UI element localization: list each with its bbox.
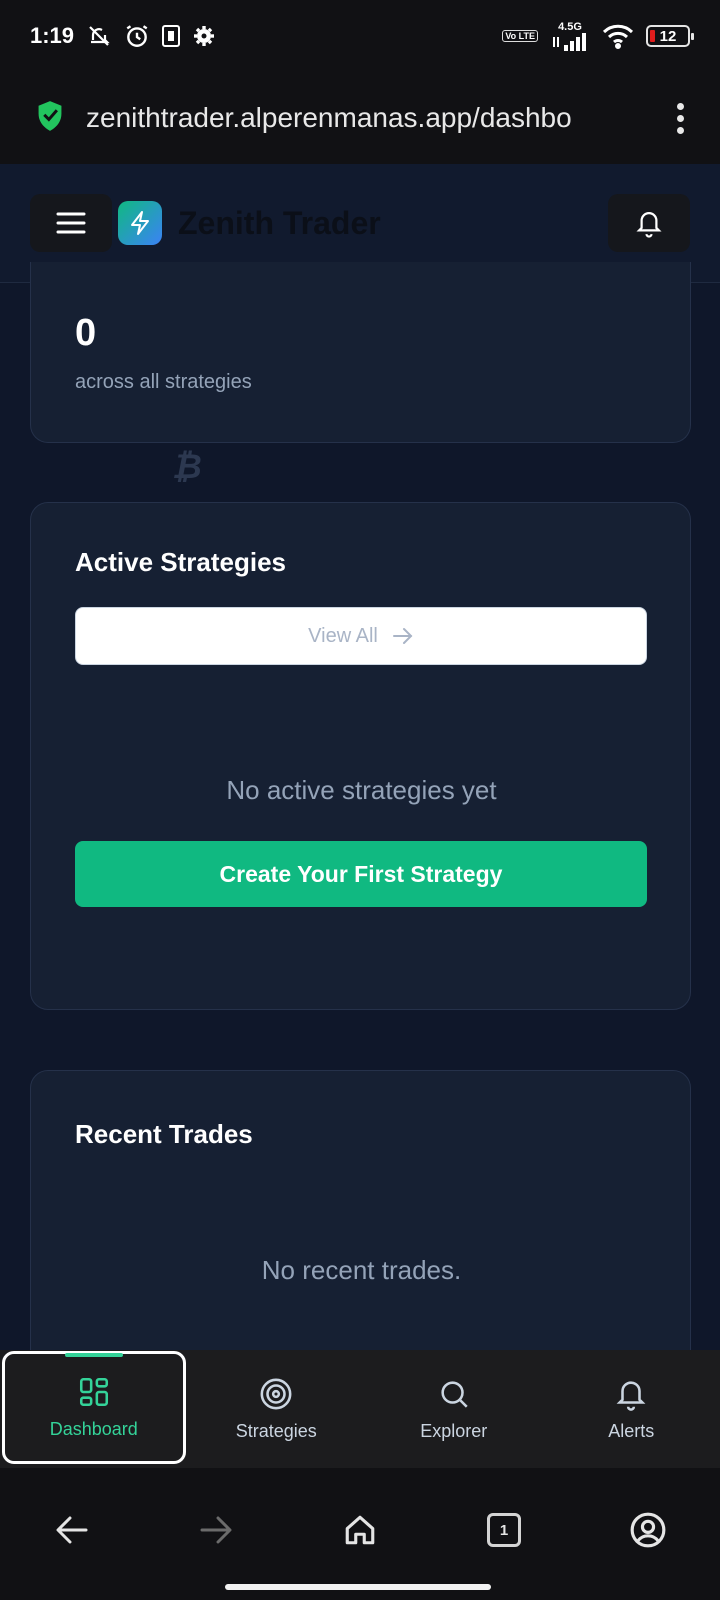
tab-strategies[interactable]: Strategies — [188, 1350, 366, 1468]
empty-state-text: No active strategies yet — [226, 775, 497, 805]
browser-url-bar[interactable]: zenithtrader.alperenmanas.app/dashbo — [0, 72, 720, 164]
tab-dashboard[interactable]: Dashboard — [2, 1351, 186, 1464]
lightning-icon — [131, 211, 149, 235]
app-logo — [118, 201, 162, 245]
alarm-icon — [124, 23, 150, 49]
settings-icon — [192, 24, 216, 48]
tab-label: Alerts — [608, 1420, 655, 1441]
tabs-button[interactable]: 1 — [474, 1500, 534, 1560]
search-icon — [441, 1380, 468, 1408]
url-text[interactable]: zenithtrader.alperenmanas.app/dashbo — [86, 102, 626, 134]
brand-name: Zenith Trader — [178, 204, 381, 241]
wifi-icon — [602, 23, 634, 49]
arrow-left-icon — [56, 1516, 88, 1544]
tab-label: Strategies — [235, 1420, 317, 1441]
active-strategies-card: Active Strategies View All No active str… — [30, 502, 691, 1010]
tab-label: Dashboard — [49, 1419, 138, 1439]
arrow-right-icon — [200, 1516, 232, 1544]
arrow-right-icon — [392, 628, 413, 644]
tab-explorer[interactable]: Explorer — [365, 1350, 543, 1468]
stat-value: 0 — [75, 312, 97, 354]
section-title: Recent Trades — [75, 1119, 253, 1149]
signal-icon — [550, 33, 590, 51]
notifications-off-icon — [86, 24, 112, 48]
home-indicator[interactable] — [225, 1584, 491, 1590]
tab-alerts[interactable]: Alerts — [543, 1350, 720, 1468]
recent-trades-card: Recent Trades No recent trades. — [30, 1070, 691, 1370]
bell-icon — [636, 212, 662, 238]
account-button[interactable] — [618, 1500, 678, 1560]
view-all-button[interactable]: View All — [75, 607, 647, 665]
view-all-label: View All — [308, 624, 378, 647]
home-button[interactable] — [330, 1500, 390, 1560]
status-bar: 1:19 Vo LTE 4.5G 12 — [0, 0, 720, 72]
create-strategy-button[interactable]: Create Your First Strategy — [75, 841, 647, 907]
back-button[interactable] — [42, 1500, 102, 1560]
battery-indicator: 12 — [646, 25, 694, 47]
stat-caption: across all strategies — [75, 371, 252, 393]
account-icon — [630, 1512, 666, 1548]
browser-nav-bar: 1 — [0, 1468, 720, 1600]
dashboard-icon — [79, 1377, 108, 1407]
notifications-button[interactable] — [608, 194, 690, 252]
home-icon — [345, 1515, 375, 1545]
status-time: 1:19 — [30, 23, 75, 48]
hamburger-icon — [56, 212, 86, 234]
secure-shield-icon — [36, 100, 64, 137]
create-strategy-label: Create Your First Strategy — [219, 860, 503, 887]
stat-card: 0 across all strategies — [30, 262, 691, 443]
empty-state-text: No recent trades. — [261, 1255, 462, 1285]
sim-icon — [162, 25, 181, 47]
bell-icon — [616, 1380, 646, 1411]
bottom-tab-bar: Dashboard Strategies Explorer Alerts — [0, 1350, 720, 1468]
network-type: 4.5G — [558, 21, 582, 33]
browser-menu-icon[interactable] — [667, 97, 694, 140]
section-title: Active Strategies — [75, 547, 286, 577]
forward-button[interactable] — [186, 1500, 246, 1560]
tab-count: 1 — [487, 1513, 521, 1547]
bitcoin-decoration-icon: ₿ — [172, 448, 202, 486]
volte-badge: Vo LTE — [502, 30, 538, 42]
hamburger-menu-button[interactable] — [30, 194, 112, 252]
tab-label: Explorer — [420, 1420, 488, 1441]
target-icon — [260, 1378, 292, 1409]
